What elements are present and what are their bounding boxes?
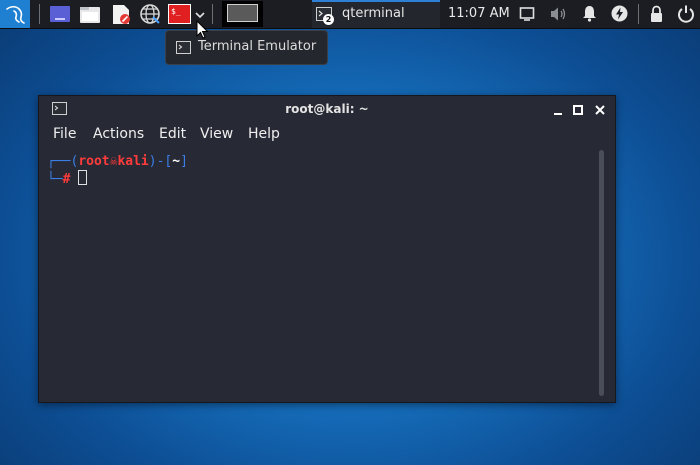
prompt-line-2: └─# bbox=[47, 170, 88, 187]
menu-edit[interactable]: Edit bbox=[159, 126, 186, 142]
taskbar-label: qterminal bbox=[342, 6, 405, 21]
prompt-host: kali bbox=[117, 154, 149, 169]
prompt-user: root bbox=[78, 154, 110, 169]
power-icon bbox=[678, 5, 694, 23]
volume-icon bbox=[551, 7, 566, 21]
top-panel: $_ qterminal 2 11:07 AM bbox=[0, 0, 700, 29]
lightning-bolt-icon bbox=[611, 5, 628, 22]
monitor-icon bbox=[519, 7, 535, 21]
folder-icon bbox=[80, 7, 100, 23]
menu-actions[interactable]: Actions bbox=[93, 126, 144, 142]
workspace-thumbnail bbox=[227, 4, 258, 22]
panel-separator bbox=[212, 4, 213, 24]
menu-bar: File Actions Edit View Help bbox=[39, 122, 615, 146]
close-button[interactable] bbox=[593, 102, 607, 116]
window-title: root@kali: ~ bbox=[285, 102, 369, 116]
workspace-switcher[interactable] bbox=[222, 1, 263, 27]
prompt-line-1: ┌──(root☠kali)-[~] bbox=[47, 154, 188, 169]
kali-menu-button[interactable] bbox=[0, 0, 30, 28]
desktop-icon bbox=[50, 6, 70, 22]
show-desktop-button[interactable] bbox=[49, 5, 71, 23]
prompt-symbol: # bbox=[62, 172, 71, 187]
menu-file[interactable]: File bbox=[53, 126, 76, 142]
menu-help[interactable]: Help bbox=[248, 126, 280, 142]
text-editor-icon bbox=[113, 5, 130, 24]
panel-separator bbox=[638, 4, 639, 24]
panel-clock[interactable]: 11:07 AM bbox=[448, 0, 510, 28]
terminal-launcher[interactable]: $_ bbox=[168, 4, 191, 24]
power-button[interactable] bbox=[677, 4, 695, 23]
file-manager-launcher[interactable] bbox=[79, 5, 101, 24]
maximize-icon bbox=[573, 105, 583, 115]
svg-text:$_: $_ bbox=[171, 7, 181, 16]
launcher-dropdown-button[interactable] bbox=[194, 7, 206, 21]
terminal-window[interactable]: root@kali: ~ File Actions Edit View Help… bbox=[38, 95, 616, 403]
menu-view[interactable]: View bbox=[200, 126, 233, 142]
volume-tray-button[interactable] bbox=[550, 6, 567, 22]
globe-icon bbox=[140, 4, 160, 24]
mouse-cursor-icon bbox=[196, 20, 209, 39]
bell-icon bbox=[583, 6, 596, 22]
lock-icon bbox=[651, 5, 662, 22]
kali-dragon-icon bbox=[6, 5, 25, 24]
window-count-badge: 2 bbox=[323, 14, 334, 25]
terminal-scrollbar[interactable] bbox=[599, 150, 604, 396]
prompt-path: ~ bbox=[172, 154, 181, 169]
maximize-button[interactable] bbox=[571, 102, 585, 116]
notifications-tray-button[interactable] bbox=[582, 5, 597, 22]
tooltip-label: Terminal Emulator bbox=[198, 39, 317, 54]
lock-screen-button[interactable] bbox=[649, 5, 664, 23]
panel-separator bbox=[39, 4, 40, 24]
launcher-tooltip: Terminal Emulator bbox=[165, 30, 328, 65]
web-browser-launcher[interactable] bbox=[139, 3, 161, 25]
window-titlebar[interactable]: root@kali: ~ bbox=[39, 96, 615, 122]
terminal-icon: $_ bbox=[168, 4, 191, 24]
text-cursor bbox=[78, 170, 88, 185]
power-manager-tray-button[interactable] bbox=[611, 5, 628, 22]
minimize-button[interactable] bbox=[551, 102, 565, 116]
terminal-window-icon bbox=[176, 41, 191, 54]
close-icon bbox=[595, 105, 605, 115]
terminal-output[interactable]: ┌──(root☠kali)-[~] └─# bbox=[47, 150, 597, 396]
minimize-icon bbox=[554, 113, 562, 115]
text-editor-launcher[interactable] bbox=[110, 4, 132, 25]
display-tray-button[interactable] bbox=[519, 6, 535, 22]
